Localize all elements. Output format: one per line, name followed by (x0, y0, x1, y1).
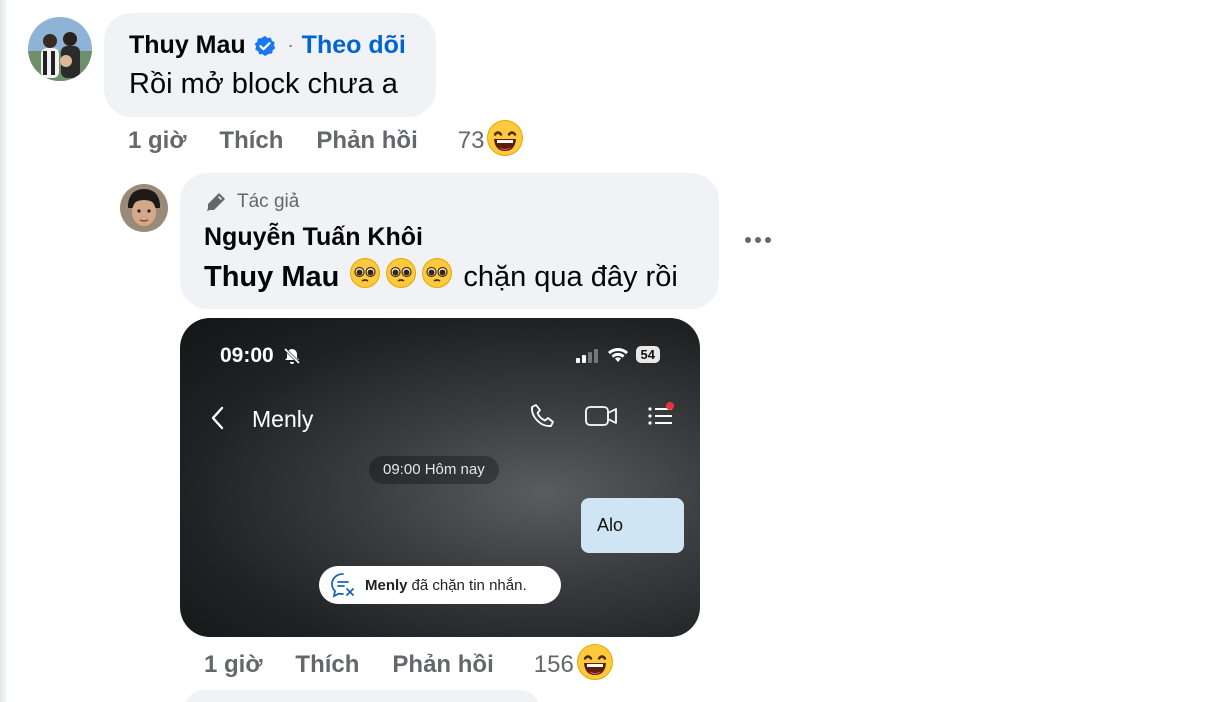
video-call-icon (585, 406, 617, 426)
next-comment-bubble (184, 690, 540, 702)
follow-button[interactable]: Theo dõi (302, 31, 406, 60)
like-button[interactable]: Thích (295, 651, 359, 679)
reaction-count[interactable]: 156 (534, 651, 574, 679)
pen-icon (207, 193, 225, 211)
comment-bubble-author: Tác giả Nguyễn Tuấn Khôi Thuy Mau chặn q… (180, 173, 719, 309)
bell-muted-icon (283, 347, 300, 365)
comment-text: Rồi mở block chưa a (129, 68, 398, 100)
comment-text: Thuy Mau chặn qua đây rồi (204, 257, 678, 297)
avatar-thuy-mau[interactable] (28, 17, 92, 81)
comment-bubble-thuy-mau: Thuy Mau · Theo dõi Rồi mở block chưa a (104, 13, 436, 117)
battery-indicator: 54 (635, 346, 660, 363)
reply-button[interactable]: Phản hồi (392, 651, 493, 679)
phone-call-icon (531, 404, 554, 427)
chat-message-bubble: Alo (581, 498, 684, 553)
phone-status-time: 09:00 (220, 344, 302, 368)
reply-button[interactable]: Phản hồi (316, 127, 417, 155)
comment-body-text: chặn qua đây rồi (463, 260, 678, 293)
pleading-face-icon (349, 257, 381, 297)
separator-dot: · (287, 35, 294, 55)
comment-author-name[interactable]: Nguyễn Tuấn Khôi (204, 223, 423, 252)
more-options-button[interactable] (738, 227, 778, 253)
signal-icon (575, 348, 598, 363)
comment-author-name[interactable]: Thuy Mau (129, 31, 246, 60)
avatar-nguyen-tuan-khoi[interactable] (120, 184, 168, 232)
blocked-chat-icon (331, 573, 354, 598)
mention-link[interactable]: Thuy Mau (204, 261, 339, 294)
chat-contact-name: Menly (252, 406, 314, 432)
author-badge-label: Tác giả (237, 191, 300, 212)
menu-list-icon (648, 402, 674, 425)
pleading-face-icon (421, 257, 453, 297)
back-arrow-icon (208, 404, 228, 437)
attached-screenshot-image[interactable]: 09:00 54 Menly 09:00 Hôm nay Alo Menly đ… (180, 318, 700, 637)
author-badge: Tác giả (204, 190, 299, 214)
chat-header-icons (528, 402, 676, 430)
comment-timestamp[interactable]: 1 giờ (128, 127, 186, 155)
haha-reaction-icon[interactable] (486, 119, 524, 164)
comment-timestamp[interactable]: 1 giờ (204, 651, 262, 679)
like-button[interactable]: Thích (219, 127, 283, 155)
wifi-icon (607, 347, 628, 362)
haha-reaction-icon[interactable] (576, 643, 614, 688)
reaction-count[interactable]: 73 (458, 127, 485, 155)
blocked-notice-text: đã chặn tin nhắn. (411, 576, 527, 594)
comment-actions: 1 giờ Thích Phản hồi 156 (204, 643, 614, 684)
blocked-notice: Menly đã chặn tin nhắn. (319, 566, 561, 604)
phone-status-icons: 54 (575, 346, 660, 363)
chat-date-pill: 09:00 Hôm nay (369, 456, 499, 484)
left-edge-divider (0, 0, 6, 702)
comment-actions: 1 giờ Thích Phản hồi 73 (128, 119, 524, 160)
pleading-face-icon (385, 257, 417, 297)
blocked-notice-name: Menly (365, 576, 408, 594)
more-dots-icon (745, 237, 751, 243)
verified-badge-icon (254, 35, 276, 57)
